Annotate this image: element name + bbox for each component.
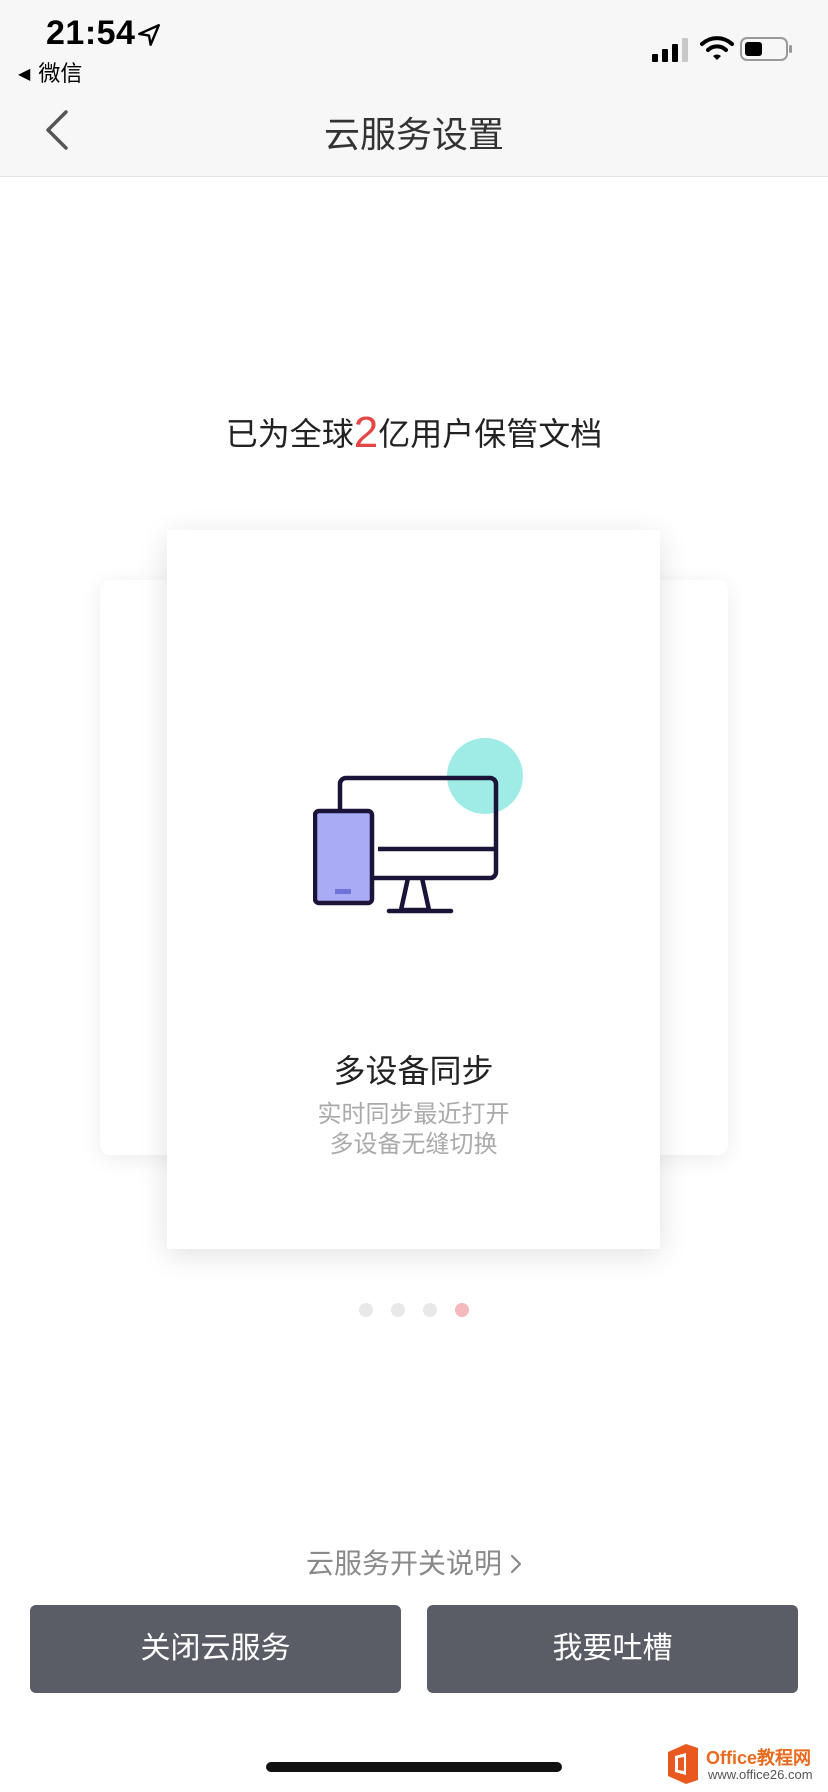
chevron-right-icon bbox=[510, 1554, 522, 1574]
cloud-switch-info-label: 云服务开关说明 bbox=[305, 1548, 502, 1579]
close-cloud-service-button[interactable]: 关闭云服务 bbox=[30, 1605, 401, 1693]
back-triangle-icon: ◀ bbox=[18, 66, 31, 83]
card-subtitle: 实时同步最近打开 多设备无缝切换 bbox=[167, 1100, 660, 1160]
pagination-dot-1[interactable] bbox=[359, 1303, 373, 1317]
carousel-pagination bbox=[0, 1303, 828, 1317]
multi-device-sync-icon bbox=[313, 738, 523, 914]
cloud-switch-info-link[interactable]: 云服务开关说明 bbox=[0, 1542, 828, 1582]
headline: 已为全球2亿用户保管文档 bbox=[0, 408, 828, 458]
signal-icon bbox=[652, 38, 688, 62]
pagination-dot-3[interactable] bbox=[423, 1303, 437, 1317]
headline-prefix: 已为全球 bbox=[225, 416, 354, 452]
watermark: Office教程网 www.office26.com bbox=[664, 1742, 824, 1786]
back-to-app-link[interactable]: ◀ 微信 bbox=[18, 56, 82, 88]
office-logo-icon bbox=[668, 1744, 698, 1784]
page-title: 云服务设置 bbox=[323, 114, 504, 155]
headline-number: 2 bbox=[353, 408, 379, 457]
screen: 21:54 ◀ 微信 云服务设置 已为全球2亿用户保管文档 多设备同步 实时同步… bbox=[0, 0, 828, 1792]
wifi-icon bbox=[700, 36, 734, 60]
watermark-url: www.office26.com bbox=[708, 1767, 813, 1782]
back-app-label: 微信 bbox=[38, 61, 83, 86]
status-time: 21:54 bbox=[46, 14, 136, 52]
pagination-dot-2[interactable] bbox=[391, 1303, 405, 1317]
home-indicator[interactable] bbox=[266, 1762, 562, 1772]
carousel-card-active[interactable]: 多设备同步 实时同步最近打开 多设备无缝切换 bbox=[167, 530, 660, 1249]
battery-icon bbox=[740, 37, 792, 61]
headline-suffix: 亿用户保管文档 bbox=[378, 416, 603, 452]
pagination-dot-4[interactable] bbox=[455, 1303, 469, 1317]
card-subtitle-line-2: 多设备无缝切换 bbox=[329, 1131, 498, 1158]
card-subtitle-line-1: 实时同步最近打开 bbox=[317, 1101, 510, 1128]
location-arrow-icon bbox=[138, 24, 160, 46]
feedback-button[interactable]: 我要吐槽 bbox=[427, 1605, 798, 1693]
card-title: 多设备同步 bbox=[333, 1053, 494, 1089]
header-area: 21:54 ◀ 微信 云服务设置 bbox=[0, 0, 828, 177]
